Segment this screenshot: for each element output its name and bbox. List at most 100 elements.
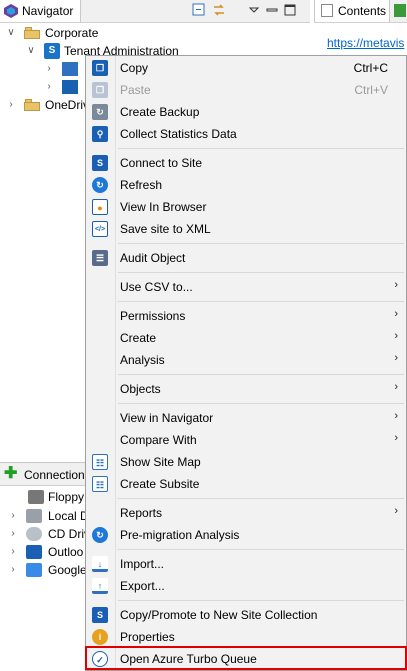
menu-item-use-csv[interactable]: Use CSV to... › xyxy=(86,276,406,298)
menu-item-analysis[interactable]: Analysis › xyxy=(86,349,406,371)
context-menu: ❐ Copy Ctrl+C ❐ Paste Ctrl+V ↻ Create Ba… xyxy=(85,55,407,671)
contents-tab[interactable]: Contents xyxy=(315,0,390,22)
menu-separator xyxy=(118,403,404,404)
menu-item-copy[interactable]: ❐ Copy Ctrl+C xyxy=(86,57,406,79)
menu-separator xyxy=(118,498,404,499)
menu-item-show-site-map[interactable]: ☷ Show Site Map xyxy=(86,451,406,473)
connection-item-label: Outloo xyxy=(48,545,84,559)
view-menu-icon[interactable] xyxy=(247,3,261,17)
tree-item-label: Corporate xyxy=(45,26,99,40)
menu-item-label: Collect Statistics Data xyxy=(120,127,237,141)
contents-url-link[interactable]: https://metavis xyxy=(327,36,404,50)
menu-item-label: Permissions xyxy=(120,309,186,323)
link-with-editor-icon[interactable] xyxy=(212,3,226,17)
menu-separator xyxy=(118,243,404,244)
navigator-tab[interactable]: Navigator xyxy=(0,0,81,22)
connections-tab[interactable]: ✚ Connection xyxy=(0,462,85,486)
submenu-arrow-icon: › xyxy=(394,505,398,517)
expand-caret-icon[interactable]: › xyxy=(8,561,18,579)
menu-item-create[interactable]: Create › xyxy=(86,327,406,349)
menu-item-connect-to-site[interactable]: S Connect to Site xyxy=(86,152,406,174)
maximize-icon[interactable] xyxy=(283,3,297,17)
expand-caret-icon[interactable]: ∨ xyxy=(6,24,16,42)
menu-item-pre-migration-analysis[interactable]: ↻ Pre-migration Analysis xyxy=(86,524,406,546)
tree-item-corporate[interactable]: ∨ Corporate xyxy=(0,24,98,42)
xml-icon: </> xyxy=(92,221,108,237)
submenu-arrow-icon: › xyxy=(394,308,398,320)
menu-item-label: Analysis xyxy=(120,353,165,367)
contents-icon xyxy=(321,4,333,17)
expand-caret-icon[interactable]: › xyxy=(44,60,54,78)
audit-icon: ☰ xyxy=(92,250,108,266)
connection-item-floppy[interactable]: Floppy xyxy=(0,488,85,506)
tree-item-child-1[interactable]: › xyxy=(0,60,85,78)
export-icon: ↑ xyxy=(92,578,108,594)
connect-icon: S xyxy=(92,155,108,171)
expand-caret-icon[interactable]: › xyxy=(6,96,16,114)
browser-icon: ● xyxy=(92,199,108,215)
floppy-drive-icon xyxy=(28,490,44,504)
menu-item-create-subsite[interactable]: ☷ Create Subsite xyxy=(86,473,406,495)
menu-item-export[interactable]: ↑ Export... xyxy=(86,575,406,597)
add-connection-icon: ✚ xyxy=(4,465,18,482)
menu-item-reports[interactable]: Reports › xyxy=(86,502,406,524)
menu-item-view-in-navigator[interactable]: View in Navigator › xyxy=(86,407,406,429)
tree-item-child-2[interactable]: › xyxy=(0,78,85,96)
menu-item-collect-statistics[interactable]: ⚲ Collect Statistics Data xyxy=(86,123,406,145)
menu-item-import[interactable]: ↓ Import... xyxy=(86,553,406,575)
menu-item-label: Copy/Promote to New Site Collection xyxy=(120,608,318,622)
tree-item-onedrive[interactable]: › OneDriv xyxy=(0,96,89,114)
menu-item-properties[interactable]: i Properties xyxy=(86,626,406,648)
menu-item-label: Pre-migration Analysis xyxy=(120,528,240,542)
contents-header: Contents xyxy=(314,0,407,23)
properties-icon: i xyxy=(92,629,108,645)
menu-item-shortcut: Ctrl+V xyxy=(354,83,388,97)
menu-item-create-backup[interactable]: ↻ Create Backup xyxy=(86,101,406,123)
expand-caret-icon[interactable]: › xyxy=(8,543,18,561)
submenu-arrow-icon: › xyxy=(394,352,398,364)
connection-item-label: Floppy xyxy=(48,490,85,504)
minimize-icon[interactable] xyxy=(265,3,279,17)
next-tab-icon[interactable] xyxy=(394,4,406,17)
outlook-icon xyxy=(26,545,42,559)
menu-item-refresh[interactable]: ↻ Refresh xyxy=(86,174,406,196)
subsite-icon: ☷ xyxy=(92,476,108,492)
menu-item-copy-promote[interactable]: S Copy/Promote to New Site Collection xyxy=(86,604,406,626)
connection-item-cd[interactable]: › CD Driv xyxy=(0,525,90,543)
contents-tab-label: Contents xyxy=(338,4,387,18)
menu-item-save-site-to-xml[interactable]: </> Save site to XML xyxy=(86,218,406,240)
premigration-icon: ↻ xyxy=(92,527,108,543)
connection-item-google[interactable]: › Google xyxy=(0,561,87,579)
navigator-tab-label: Navigator xyxy=(22,4,74,18)
menu-item-label: Import... xyxy=(120,557,165,571)
submenu-arrow-icon: › xyxy=(394,330,398,342)
expand-caret-icon[interactable]: › xyxy=(8,507,18,525)
connection-item-label: Google xyxy=(48,563,87,577)
refresh-icon: ↻ xyxy=(92,177,108,193)
menu-separator xyxy=(118,272,404,273)
statistics-icon: ⚲ xyxy=(92,126,108,142)
expand-caret-icon[interactable]: › xyxy=(44,78,54,96)
promote-icon: S xyxy=(92,607,108,623)
submenu-arrow-icon: › xyxy=(394,410,398,422)
list-icon xyxy=(62,80,78,94)
connection-item-outlook[interactable]: › Outloo xyxy=(0,543,85,561)
menu-item-label: Export... xyxy=(120,579,165,593)
menu-item-permissions[interactable]: Permissions › xyxy=(86,305,406,327)
menu-separator xyxy=(118,301,404,302)
connection-item-local[interactable]: › Local D xyxy=(0,507,89,525)
menu-item-paste[interactable]: ❐ Paste Ctrl+V xyxy=(86,79,406,101)
cd-drive-icon xyxy=(26,527,42,541)
submenu-arrow-icon: › xyxy=(394,381,398,393)
expand-caret-icon[interactable]: ∨ xyxy=(26,42,36,60)
menu-item-compare-with[interactable]: Compare With › xyxy=(86,429,406,451)
collapse-all-icon[interactable] xyxy=(192,3,206,17)
menu-item-audit-object[interactable]: ☰ Audit Object xyxy=(86,247,406,269)
menu-item-objects[interactable]: Objects › xyxy=(86,378,406,400)
menu-item-view-in-browser[interactable]: ● View In Browser xyxy=(86,196,406,218)
connections-tab-label: Connection xyxy=(24,468,85,482)
expand-caret-icon[interactable]: › xyxy=(8,525,18,543)
menu-item-label: Save site to XML xyxy=(120,222,211,236)
paste-icon: ❐ xyxy=(92,82,108,98)
calendar-icon xyxy=(62,62,78,76)
